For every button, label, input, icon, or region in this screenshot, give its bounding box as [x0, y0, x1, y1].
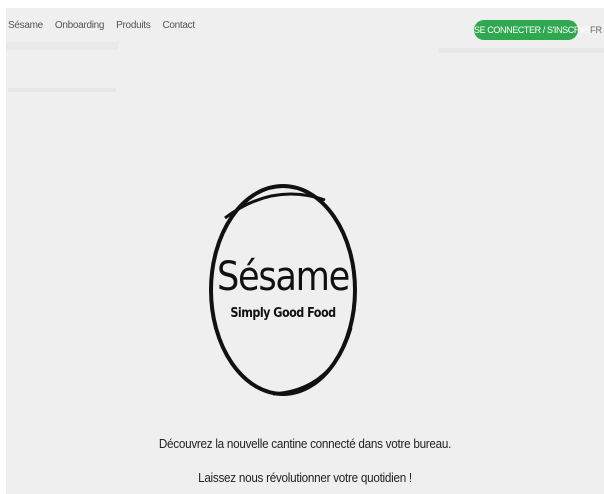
placeholder-bar — [8, 88, 116, 92]
logo-title: Sésame — [217, 254, 350, 300]
language-selector[interactable]: FR ⌄ — [590, 25, 604, 36]
logo-subtitle: Simply Good Food — [230, 306, 336, 321]
nav-link-sesame[interactable]: Sésame — [8, 20, 43, 31]
nav-link-produits[interactable]: Produits — [116, 20, 151, 31]
hero-line-2: Laissez nous révolutionner votre quotidi… — [198, 470, 412, 485]
login-signup-button[interactable]: SE CONNECTER / S'INSCRIRE — [474, 20, 594, 40]
nav-links: Sésame Onboarding Produits Contact — [8, 20, 195, 31]
nav-link-onboarding[interactable]: Onboarding — [55, 20, 105, 31]
hero-line-1: Découvrez la nouvelle cantine connecté d… — [158, 436, 452, 451]
placeholder-bar — [438, 48, 604, 53]
placeholder-bar — [6, 42, 118, 50]
nav-link-contact[interactable]: Contact — [162, 20, 195, 31]
sesame-logo: Sésame Simply Good Food — [203, 178, 363, 402]
page: Sésame Onboarding Produits Contact SE CO… — [6, 8, 604, 494]
top-nav: Sésame Onboarding Produits Contact SE CO… — [6, 8, 604, 46]
